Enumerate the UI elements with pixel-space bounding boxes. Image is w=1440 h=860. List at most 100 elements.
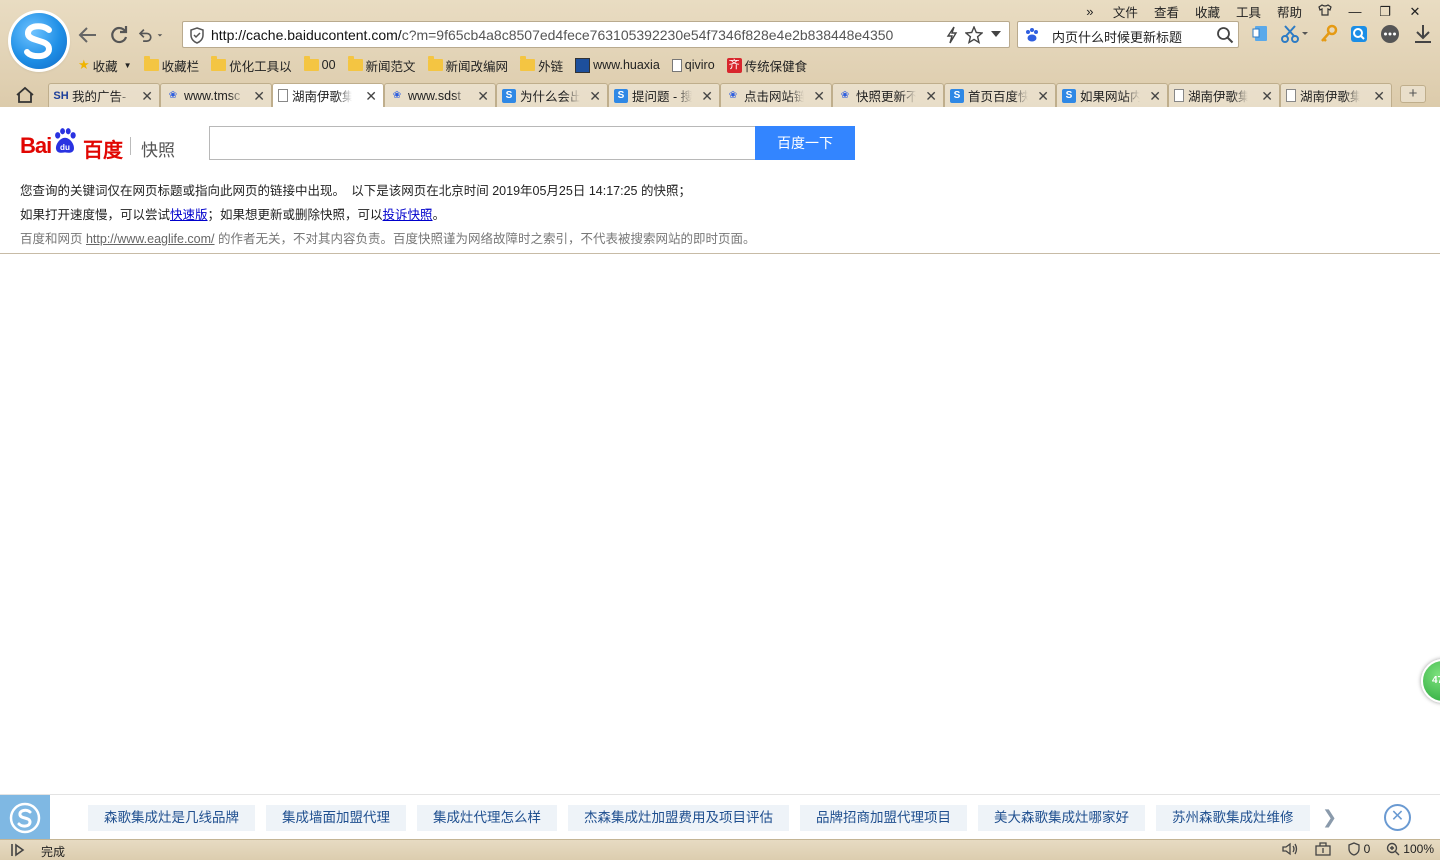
close-icon[interactable]: ✕ — [1384, 804, 1411, 831]
bookmark-label: 传统保健食 — [744, 59, 808, 74]
close-tab-icon[interactable]: ✕ — [477, 88, 489, 105]
close-tab-icon[interactable]: ✕ — [701, 88, 713, 105]
tab-label: 点击网站链 — [744, 90, 804, 104]
bookmark-link[interactable]: qiviro — [671, 58, 715, 72]
star-icon[interactable] — [965, 26, 983, 44]
expand-menu-button[interactable]: » — [1075, 4, 1105, 19]
close-tab-icon[interactable]: ✕ — [365, 88, 377, 105]
menu-favorites[interactable]: 收藏 — [1187, 2, 1228, 21]
url-path: c?m=9f65cb4a8c8507ed4fece763105392230e54… — [401, 27, 894, 43]
bookmark-folder[interactable]: 优化工具以 — [211, 56, 292, 75]
close-tab-icon[interactable]: ✕ — [141, 88, 153, 105]
browser-tab[interactable]: SH 我的广告- ✕ — [48, 83, 160, 107]
address-bar[interactable]: http://cache.baiducontent.com/c?m=9f65cb… — [182, 21, 1010, 48]
browser-tab[interactable]: ❀ www.sdst ✕ — [384, 83, 496, 107]
network-icon[interactable] — [1314, 842, 1331, 856]
bookmark-folder[interactable]: 外链 — [520, 56, 563, 75]
key-icon[interactable] — [1320, 24, 1338, 44]
snapshot-notice-line1: 您查询的关键词仅在网页标题或指向此网页的链接中出现。 以下是该网页在北京时间 2… — [20, 184, 691, 198]
lightning-icon[interactable] — [945, 26, 959, 44]
browser-tab[interactable]: S 为什么会出 ✕ — [496, 83, 608, 107]
browser-tab[interactable]: ❀ 快照更新不 ✕ — [832, 83, 944, 107]
notice-text: 。 — [432, 208, 446, 222]
bookmark-label: 新闻改编网 — [445, 59, 509, 74]
browser-tab[interactable]: S 如果网站内 ✕ — [1056, 83, 1168, 107]
close-tab-icon[interactable]: ✕ — [589, 88, 601, 105]
volume-icon[interactable] — [1281, 842, 1299, 856]
sidebar-toggle-icon[interactable] — [10, 843, 26, 857]
report-snapshot-link[interactable]: 投诉快照 — [383, 208, 433, 222]
close-tab-icon[interactable]: ✕ — [1037, 88, 1049, 105]
magnifier-tool-icon[interactable] — [1350, 24, 1368, 44]
close-window-button[interactable]: ✕ — [1400, 4, 1430, 20]
sogou-logo-small[interactable] — [0, 795, 50, 840]
download-counter[interactable]: 0 — [1347, 842, 1370, 856]
refresh-button[interactable] — [106, 22, 132, 48]
screenshot-scissors-icon[interactable] — [1281, 24, 1309, 44]
back-button[interactable] — [75, 22, 101, 48]
close-tab-icon[interactable]: ✕ — [925, 88, 937, 105]
home-icon[interactable] — [15, 86, 35, 104]
browser-tab[interactable]: ❀ 点击网站链 ✕ — [720, 83, 832, 107]
search-box[interactable]: 内页什么时候更新标题 — [1017, 21, 1239, 48]
baidu-logo[interactable]: Bai du 百度 快照 — [20, 123, 180, 162]
page-icon — [1286, 89, 1296, 102]
suggestion-item[interactable]: 集成灶代理怎么样 — [417, 805, 557, 831]
search-icon[interactable] — [1216, 26, 1234, 44]
bookmark-folder[interactable]: 00 — [303, 56, 336, 72]
undo-close-button[interactable] — [137, 22, 163, 48]
suggestion-item[interactable]: 集成墙面加盟代理 — [266, 805, 406, 831]
baidu-search-button[interactable]: 百度一下 — [755, 126, 855, 160]
undo-icon — [138, 29, 163, 42]
baidu-paw-icon: ❀ — [728, 90, 738, 101]
bookmark-favorites[interactable]: ★ 收藏 ▼ — [78, 56, 132, 75]
bookmark-link[interactable]: 齐传统保健食 — [726, 56, 808, 75]
suggestion-item[interactable]: 杰森集成灶加盟费用及项目评估 — [568, 805, 789, 831]
bookmark-label: qiviro — [684, 58, 715, 72]
translate-icon[interactable] — [1252, 24, 1270, 44]
speed-ball-widget[interactable]: 47 — [1421, 659, 1440, 703]
skin-button[interactable] — [1310, 4, 1340, 19]
download-icon[interactable] — [1414, 24, 1432, 44]
source-site-link[interactable]: http://www.eaglife.com/ — [86, 232, 215, 246]
tab-label: 如果网站内 — [1080, 90, 1140, 104]
suggestion-item[interactable]: 美大森歌集成灶哪家好 — [978, 805, 1145, 831]
browser-tab[interactable]: 湖南伊歌集 ✕ — [1280, 83, 1392, 107]
bookmark-folder[interactable]: 新闻范文 — [347, 56, 416, 75]
restore-button[interactable]: ❐ — [1370, 4, 1400, 20]
bookmark-folder[interactable]: 收藏栏 — [143, 56, 199, 75]
bookmark-link[interactable]: www.huaxia — [575, 57, 660, 73]
zoom-control[interactable]: 100% — [1386, 842, 1434, 856]
more-menu-icon[interactable] — [1380, 24, 1400, 44]
close-tab-icon[interactable]: ✕ — [1373, 88, 1385, 105]
browser-tab[interactable]: S 首页百度快 ✕ — [944, 83, 1056, 107]
zoom-icon — [1387, 842, 1400, 856]
fast-version-link[interactable]: 快速版 — [170, 208, 208, 222]
browser-tab[interactable]: 湖南伊歌集 ✕ — [1168, 83, 1280, 107]
close-tab-icon[interactable]: ✕ — [253, 88, 265, 105]
browser-tab[interactable]: 湖南伊歌集 ✕ — [272, 83, 384, 107]
menu-tools[interactable]: 工具 — [1228, 2, 1269, 21]
close-tab-icon[interactable]: ✕ — [1261, 88, 1273, 105]
chevron-right-icon[interactable]: ❯ — [1322, 807, 1337, 828]
new-tab-button[interactable]: + — [1400, 85, 1426, 103]
bookmark-folder[interactable]: 新闻改编网 — [427, 56, 509, 75]
suggestion-item[interactable]: 森歌集成灶是几线品牌 — [88, 805, 255, 831]
chevron-down-icon[interactable] — [991, 31, 1001, 37]
close-tab-icon[interactable]: ✕ — [813, 88, 825, 105]
menu-help[interactable]: 帮助 — [1269, 2, 1310, 21]
search-input[interactable]: 内页什么时候更新标题 — [1052, 27, 1212, 46]
folder-icon — [143, 56, 159, 71]
browser-tab[interactable]: ❀ www.tmsc ✕ — [160, 83, 272, 107]
menu-file[interactable]: 文件 — [1105, 2, 1146, 21]
url-text[interactable]: http://cache.baiducontent.com/c?m=9f65cb… — [211, 27, 941, 43]
browser-tab[interactable]: S 提问题 - 搜 ✕ — [608, 83, 720, 107]
bookmark-label: 新闻范文 — [365, 59, 416, 74]
suggestion-item[interactable]: 苏州森歌集成灶维修 — [1156, 805, 1310, 831]
suggestion-item[interactable]: 品牌招商加盟代理项目 — [800, 805, 967, 831]
close-tab-icon[interactable]: ✕ — [1149, 88, 1161, 105]
minimize-button[interactable]: — — [1340, 4, 1370, 19]
snapshot-search-input[interactable] — [209, 126, 757, 160]
menu-view[interactable]: 查看 — [1146, 2, 1187, 21]
sogou-browser-logo[interactable] — [11, 13, 67, 69]
